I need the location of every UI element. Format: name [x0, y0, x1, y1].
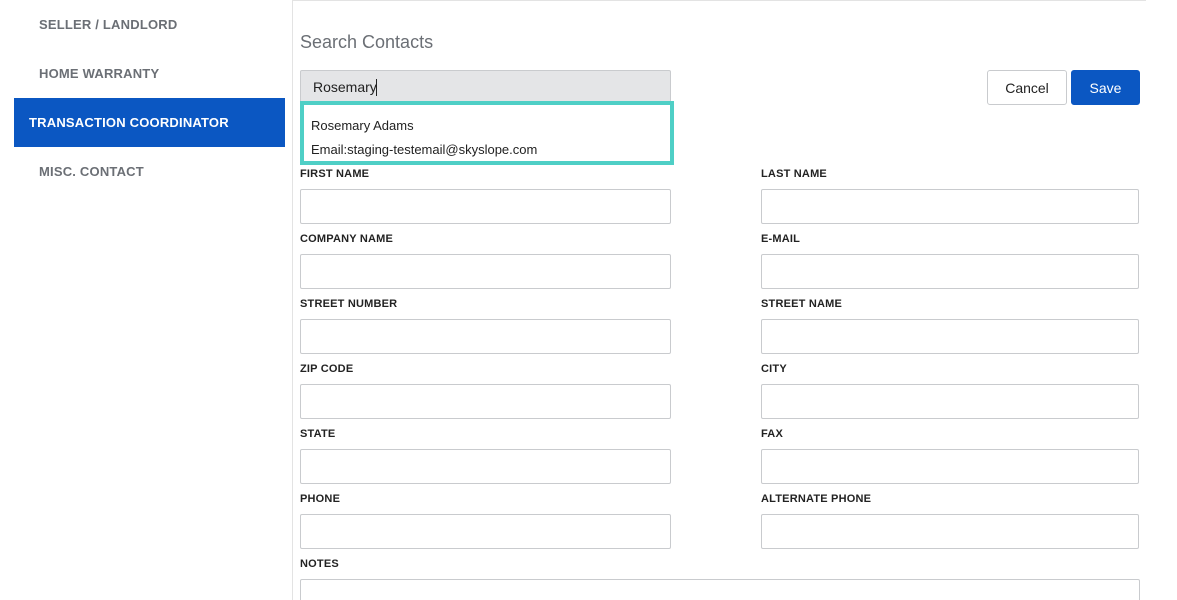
search-contacts-input[interactable] [300, 70, 671, 104]
contact-type-sidebar: SELLER / LANDLORD HOME WARRANTY TRANSACT… [0, 0, 292, 600]
first-name-field[interactable] [300, 189, 671, 224]
sidebar-item-label: MISC. CONTACT [39, 164, 144, 179]
notes-label: NOTES [300, 558, 339, 570]
first-name-label: FIRST NAME [300, 168, 370, 180]
street-name-label: STREET NAME [761, 298, 843, 310]
state-field[interactable] [300, 449, 671, 484]
company-name-field[interactable] [300, 254, 671, 289]
fax-field[interactable] [761, 449, 1139, 484]
fax-label: FAX [761, 428, 783, 440]
cancel-button[interactable]: Cancel [987, 70, 1067, 105]
sidebar-item-seller-landlord[interactable]: SELLER / LANDLORD [14, 0, 285, 49]
notes-field[interactable] [300, 579, 1140, 600]
alternate-phone-field[interactable] [761, 514, 1139, 549]
suggestion-name: Rosemary Adams [311, 118, 414, 133]
state-label: STATE [300, 428, 336, 440]
street-number-field[interactable] [300, 319, 671, 354]
zip-code-field[interactable] [300, 384, 671, 419]
last-name-field[interactable] [761, 189, 1139, 224]
top-divider [293, 0, 1146, 1]
alternate-phone-label: ALTERNATE PHONE [761, 493, 872, 505]
company-name-label: COMPANY NAME [300, 233, 394, 245]
search-contacts-heading: Search Contacts [300, 32, 434, 52]
street-name-field[interactable] [761, 319, 1139, 354]
email-field[interactable] [761, 254, 1139, 289]
search-suggestion-item[interactable]: Rosemary Adams Email:staging-testemail@s… [300, 101, 674, 165]
sidebar-divider [292, 0, 293, 600]
zip-code-label: ZIP CODE [300, 363, 354, 375]
last-name-label: LAST NAME [761, 168, 827, 180]
phone-label: PHONE [300, 493, 341, 505]
sidebar-item-label: TRANSACTION COORDINATOR [29, 115, 229, 130]
sidebar-item-transaction-coordinator[interactable]: TRANSACTION COORDINATOR [14, 98, 285, 147]
sidebar-item-home-warranty[interactable]: HOME WARRANTY [14, 49, 285, 98]
text-cursor [376, 79, 377, 96]
street-number-label: STREET NUMBER [300, 298, 398, 310]
suggestion-email: Email:staging-testemail@skyslope.com [311, 142, 538, 157]
save-button[interactable]: Save [1071, 70, 1140, 105]
city-label: CITY [761, 363, 787, 375]
email-label: E-MAIL [761, 233, 801, 245]
sidebar-item-label: SELLER / LANDLORD [39, 17, 178, 32]
sidebar-item-label: HOME WARRANTY [39, 66, 160, 81]
phone-field[interactable] [300, 514, 671, 549]
city-field[interactable] [761, 384, 1139, 419]
sidebar-item-misc-contact[interactable]: MISC. CONTACT [14, 147, 285, 196]
